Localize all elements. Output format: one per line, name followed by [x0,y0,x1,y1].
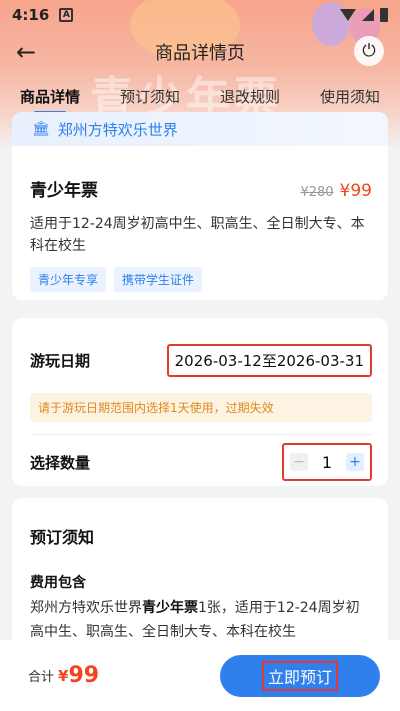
battery-icon [380,8,388,22]
price-box: ¥280 ¥99 [300,181,372,201]
notification-icon: A [59,8,74,22]
total-currency: ¥ [58,666,69,685]
tab-bar: 商品详情 预订须知 退改规则 使用须知 [0,80,400,116]
book-now-button[interactable]: 立即预订 [220,654,380,697]
date-hint: 请于游玩日期范围内选择1天使用，过期失效 [30,393,372,422]
tab-booking-notice[interactable]: 预订须知 [120,80,180,116]
notice-title: 预订须知 [30,528,95,547]
product-row: 青少年票 ¥280 ¥99 [12,146,388,201]
notice-card: 预订须知 费用包含 郑州方特欢乐世界青少年票1张，适用于12-24周岁初高中生、… [12,498,388,648]
status-right [340,8,388,22]
quantity-value: 1 [321,452,333,472]
booking-card: 游玩日期 2026-03-12至2026-03-31 请于游玩日期范围内选择1天… [12,318,388,486]
power-icon[interactable]: ⏻ [354,36,384,66]
signal-icon [362,9,374,21]
building-icon: 🏛 [32,121,50,137]
product-description: 适用于12-24周岁初高中生、职高生、全日制大专、本科在校生 [30,216,365,254]
quantity-label: 选择数量 [30,453,91,472]
venue-name: 郑州方特欢乐世界 [57,120,178,139]
decrement-button[interactable]: − [290,453,308,471]
original-price: ¥280 [300,185,334,200]
tab-product-details[interactable]: 商品详情 [20,80,80,116]
increment-button[interactable]: + [346,453,364,471]
current-price: ¥99 [339,181,372,201]
date-row: 游玩日期 2026-03-12至2026-03-31 [12,318,388,377]
wifi-icon [340,9,356,21]
status-time: 4:16 [12,6,50,24]
tab-refund-rules[interactable]: 退改规则 [220,80,280,116]
app-header: ← 商品详情页 ⏻ [0,30,400,74]
product-name: 青少年票 [30,181,98,201]
tag-student-id: 携带学生证件 [114,267,203,292]
fee-title: 费用包含 [30,575,86,591]
product-card: 🏛 郑州方特欢乐世界 青少年票 ¥280 ¥99 适用于12-24周岁初高中生、… [12,112,388,300]
fee-bold: 青少年票 [142,600,198,616]
page-title: 商品详情页 [155,43,245,64]
bottom-bar: 合计 ¥ 99 立即预订 [0,640,400,711]
total-value: 99 [68,663,100,688]
status-bar: 4:16 A [0,0,400,30]
tab-usage-notice[interactable]: 使用须知 [320,80,380,116]
fee-text: 郑州方特欢乐世界青少年票1张，适用于12-24周岁初高中生、职高生、全日制大专、… [12,592,388,644]
quantity-row: 选择数量 − 1 + [12,435,388,481]
venue-bar[interactable]: 🏛 郑州方特欢乐世界 [12,112,388,146]
date-range[interactable]: 2026-03-12至2026-03-31 [166,344,372,377]
date-label: 游玩日期 [30,352,91,370]
quantity-stepper[interactable]: − 1 + [282,443,372,481]
total-label: 合计 [28,670,55,685]
fee-prefix: 郑州方特欢乐世界 [30,600,142,616]
book-now-label: 立即预订 [261,660,338,691]
arrow-left-icon[interactable]: ← [16,38,36,66]
tag-youth: 青少年专享 [30,267,107,292]
product-tags: 青少年专享 携带学生证件 [12,257,388,292]
